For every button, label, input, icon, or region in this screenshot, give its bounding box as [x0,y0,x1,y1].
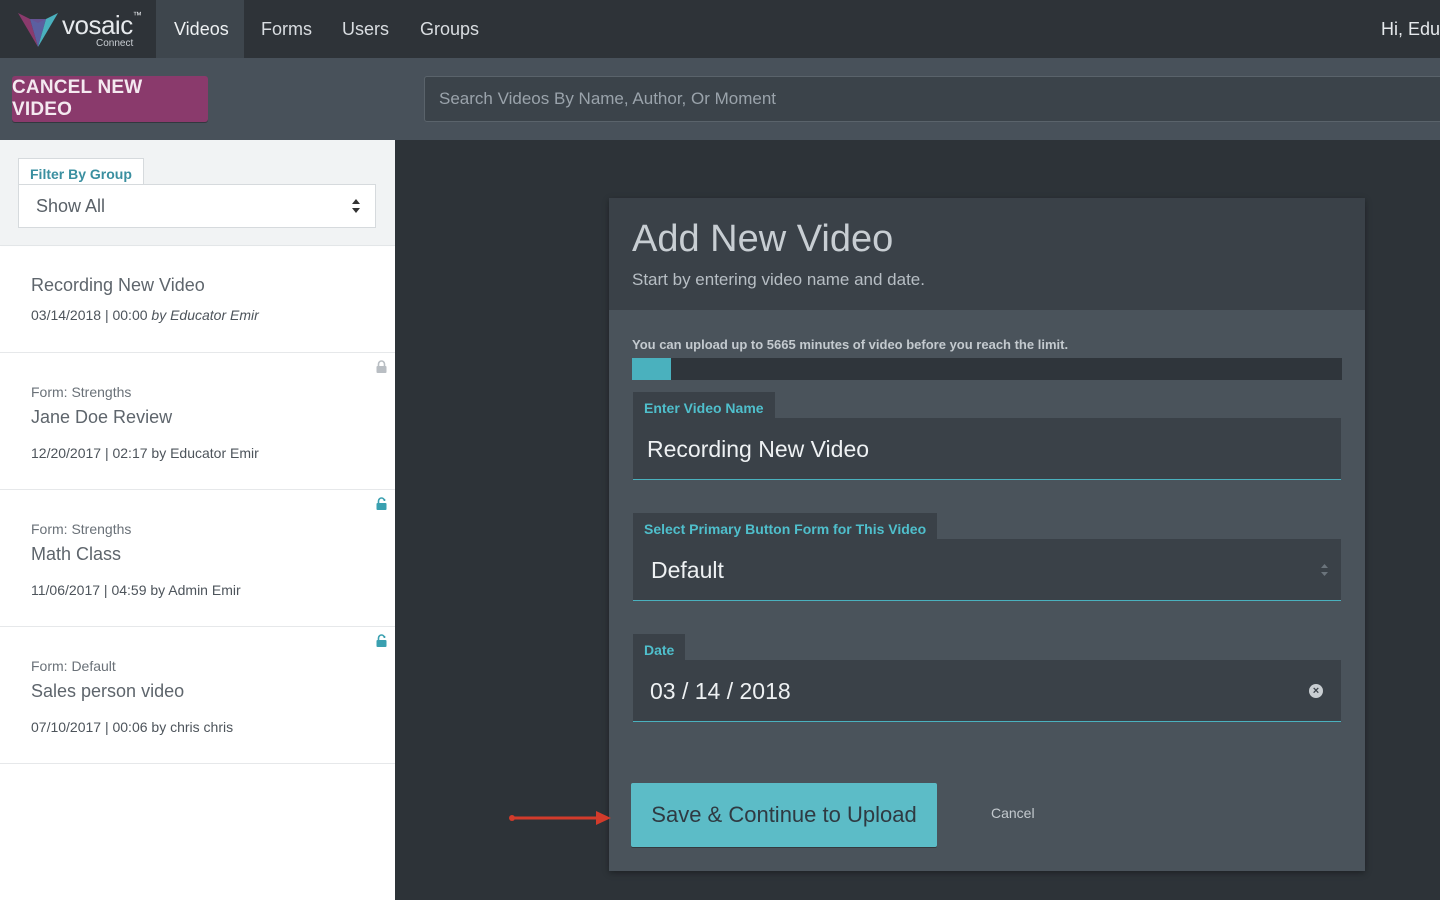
nav-groups[interactable]: Groups [402,0,497,58]
toolbar: CANCEL NEW VIDEO Search Videos By Name, … [0,58,1440,140]
video-meta: 11/06/2017 | 04:59 by Admin Emir [31,582,241,598]
lock-icon [376,360,387,373]
panel-subtitle: Start by entering video name and date. [632,270,925,289]
video-form: Form: Strengths [31,521,132,537]
select-caret-icon [1321,564,1328,576]
logo-trademark: ™ [132,10,142,20]
panel-header: Add New Video Start by entering video na… [609,198,1365,310]
video-list-item[interactable]: Form: Strengths Jane Doe Review 12/20/20… [0,353,395,490]
annotation-arrow-icon [509,811,611,825]
filter-select-value: Show All [36,196,106,216]
form-select-label: Select Primary Button Form for This Vide… [633,513,938,541]
video-title: Recording New Video [31,275,205,295]
select-caret-icon [352,199,360,213]
date-input[interactable]: 03 / 14 / 2018 × [633,660,1341,722]
video-meta: 07/10/2017 | 00:06 by chris chris [31,719,234,735]
unlock-icon [376,497,387,510]
panel-title: Add New Video [632,218,894,260]
video-sidebar: Filter By Group Show All Recording New V… [0,140,395,900]
nav-users[interactable]: Users [324,0,407,58]
video-form: Form: Strengths [31,384,132,400]
video-title: Math Class [31,544,122,564]
logo-text: vosaic [62,10,133,40]
clear-icon[interactable]: × [1309,684,1323,698]
video-list-item[interactable]: Recording New Video 03/14/2018 | 00:00 b… [0,247,395,353]
search-input[interactable]: Search Videos By Name, Author, Or Moment [424,76,1440,122]
video-name-input[interactable]: Recording New Video [633,418,1341,480]
video-form: Form: Default [31,658,116,674]
upload-limit-text: You can upload up to 5665 minutes of vid… [632,337,1069,352]
filter-group-select[interactable]: Show All [18,184,376,228]
video-meta: 12/20/2017 | 02:17 by Educator Emir [31,445,259,461]
cancel-link[interactable]: Cancel [991,805,1035,821]
form-select[interactable]: Default [633,539,1341,601]
video-title: Sales person video [31,681,185,701]
form-select-value: Default [651,557,724,583]
date-value: 03 / 14 / 2018 [650,678,791,704]
video-title: Jane Doe Review [31,407,173,427]
upload-usage-bar [632,358,1342,380]
video-meta: 03/14/2018 | 00:00 by Educator Emir [31,307,259,323]
video-list-item[interactable]: Form: Strengths Math Class 11/06/2017 | … [0,490,395,627]
unlock-icon [376,634,387,647]
filter-section: Filter By Group Show All [0,140,395,246]
user-greeting[interactable]: Hi, Edu [1381,0,1440,58]
top-nav: vosaic ™ Connect Videos Forms Users Grou… [0,0,1440,58]
cancel-new-video-button[interactable]: CANCEL NEW VIDEO [12,76,208,122]
date-label: Date [633,634,686,662]
add-video-panel: Add New Video Start by entering video na… [609,198,1365,871]
nav-videos[interactable]: Videos [156,0,244,58]
upload-usage-fill [632,358,672,380]
logo-mark-icon [18,13,58,47]
logo[interactable]: vosaic ™ Connect [0,0,156,58]
nav-forms[interactable]: Forms [243,0,330,58]
video-list-item[interactable]: Form: Default Sales person video 07/10/2… [0,627,395,764]
save-continue-button[interactable]: Save & Continue to Upload [631,783,937,847]
video-name-label: Enter Video Name [633,392,775,420]
filter-label: Filter By Group [18,158,144,186]
logo-subtitle: Connect [96,38,134,49]
